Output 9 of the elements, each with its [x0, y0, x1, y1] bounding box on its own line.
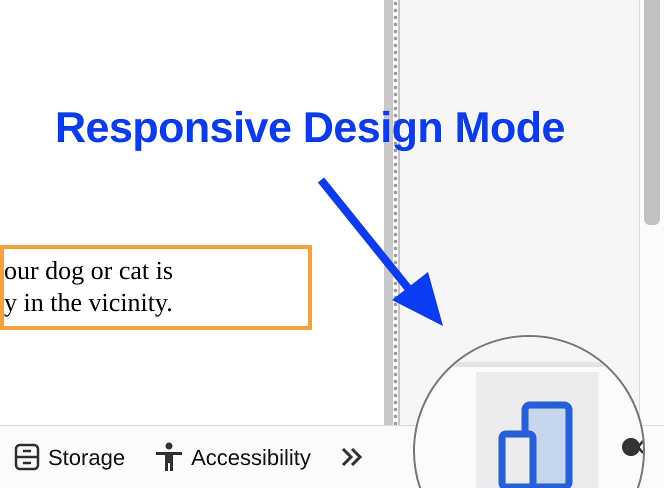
devices-icon — [498, 401, 573, 488]
toolbar-tab[interactable]: Storage — [14, 440, 140, 474]
chevron-double-icon[interactable] — [340, 446, 363, 468]
storage-icon — [14, 443, 40, 471]
scrollbar-thumb[interactable] — [644, 0, 660, 225]
annotation-title: Responsive Design Mode — [55, 103, 565, 154]
page-text: our dog or cat is y in the vicinity. — [0, 245, 312, 330]
toolbar-tab[interactable]: Accessibility — [155, 440, 325, 474]
accessibility-icon — [155, 442, 184, 472]
